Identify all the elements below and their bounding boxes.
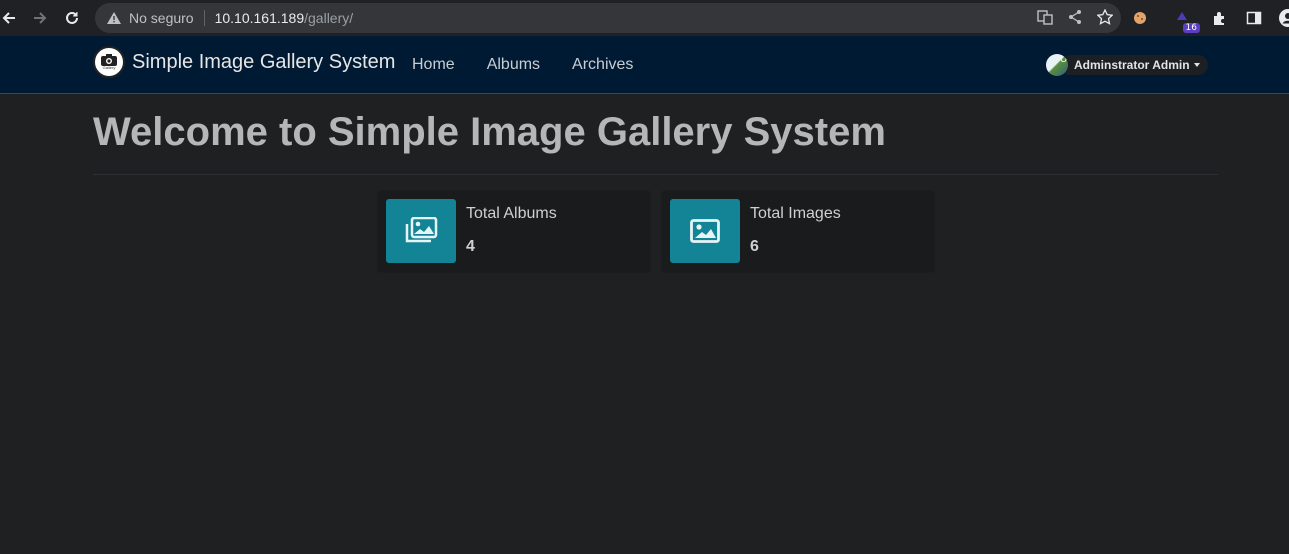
card-label: Total Albums <box>466 205 557 222</box>
url-path: /gallery/ <box>304 10 354 26</box>
side-panel-icon[interactable] <box>1242 6 1266 30</box>
share-icon[interactable] <box>1067 9 1083 28</box>
nav-links: Home Albums Archives <box>396 36 649 94</box>
site-navbar: Gallery Simple Image Gallery System Home… <box>0 36 1289 94</box>
caret-down-icon <box>1193 63 1200 67</box>
arrow-right-icon <box>34 12 47 24</box>
arrow-left-icon <box>2 12 15 24</box>
nav-link-albums[interactable]: Albums <box>471 56 556 74</box>
nav-link-archives[interactable]: Archives <box>556 56 649 74</box>
security-label[interactable]: No seguro <box>129 10 194 26</box>
user-name: Adminstrator Admin <box>1074 58 1190 72</box>
total-albums-card: Total Albums 4 <box>378 191 650 272</box>
bookmark-star-icon[interactable] <box>1096 7 1114 28</box>
divider <box>93 174 1218 175</box>
card-value: 6 <box>750 238 759 255</box>
puzzle-icon[interactable] <box>1208 6 1232 30</box>
reload-button[interactable] <box>57 3 87 33</box>
page-title: Welcome to Simple Image Gallery System <box>93 110 886 154</box>
brand-link[interactable]: Gallery Simple Image Gallery System <box>93 46 395 78</box>
avatar-alt-text: U <box>1060 54 1068 65</box>
omnibox-divider <box>203 10 205 26</box>
card-label: Total Images <box>750 205 841 222</box>
browser-toolbar: No seguro 10.10.161.189/gallery/ 16 <box>0 0 1289 36</box>
camera-logo-icon: Gallery <box>93 46 125 78</box>
back-button[interactable] <box>0 3 24 33</box>
address-bar[interactable]: No seguro 10.10.161.189/gallery/ <box>95 3 1121 33</box>
profile-icon[interactable] <box>1276 6 1289 30</box>
image-icon <box>670 199 740 263</box>
extension-badge-count: 16 <box>1182 23 1200 33</box>
user-menu-toggle[interactable]: Adminstrator Admin <box>1060 55 1208 75</box>
user-dropdown[interactable]: U Adminstrator Admin <box>1046 54 1208 76</box>
brand-name[interactable]: Simple Image Gallery System <box>132 51 395 74</box>
warning-icon <box>107 12 121 24</box>
url-host: 10.10.161.189 <box>214 10 305 26</box>
images-icon <box>386 199 456 263</box>
cookie-extension-icon[interactable] <box>1128 6 1152 30</box>
brand-logo-text: Gallery <box>102 65 116 70</box>
total-images-card: Total Images 6 <box>662 191 934 272</box>
card-value: 4 <box>466 238 475 255</box>
nav-link-home[interactable]: Home <box>396 56 471 74</box>
avatar: U <box>1046 54 1068 76</box>
forward-button[interactable] <box>25 3 55 33</box>
reload-icon <box>66 11 78 24</box>
extension-badge-icon[interactable]: 16 <box>1170 6 1200 33</box>
translate-icon[interactable] <box>1037 9 1053 28</box>
